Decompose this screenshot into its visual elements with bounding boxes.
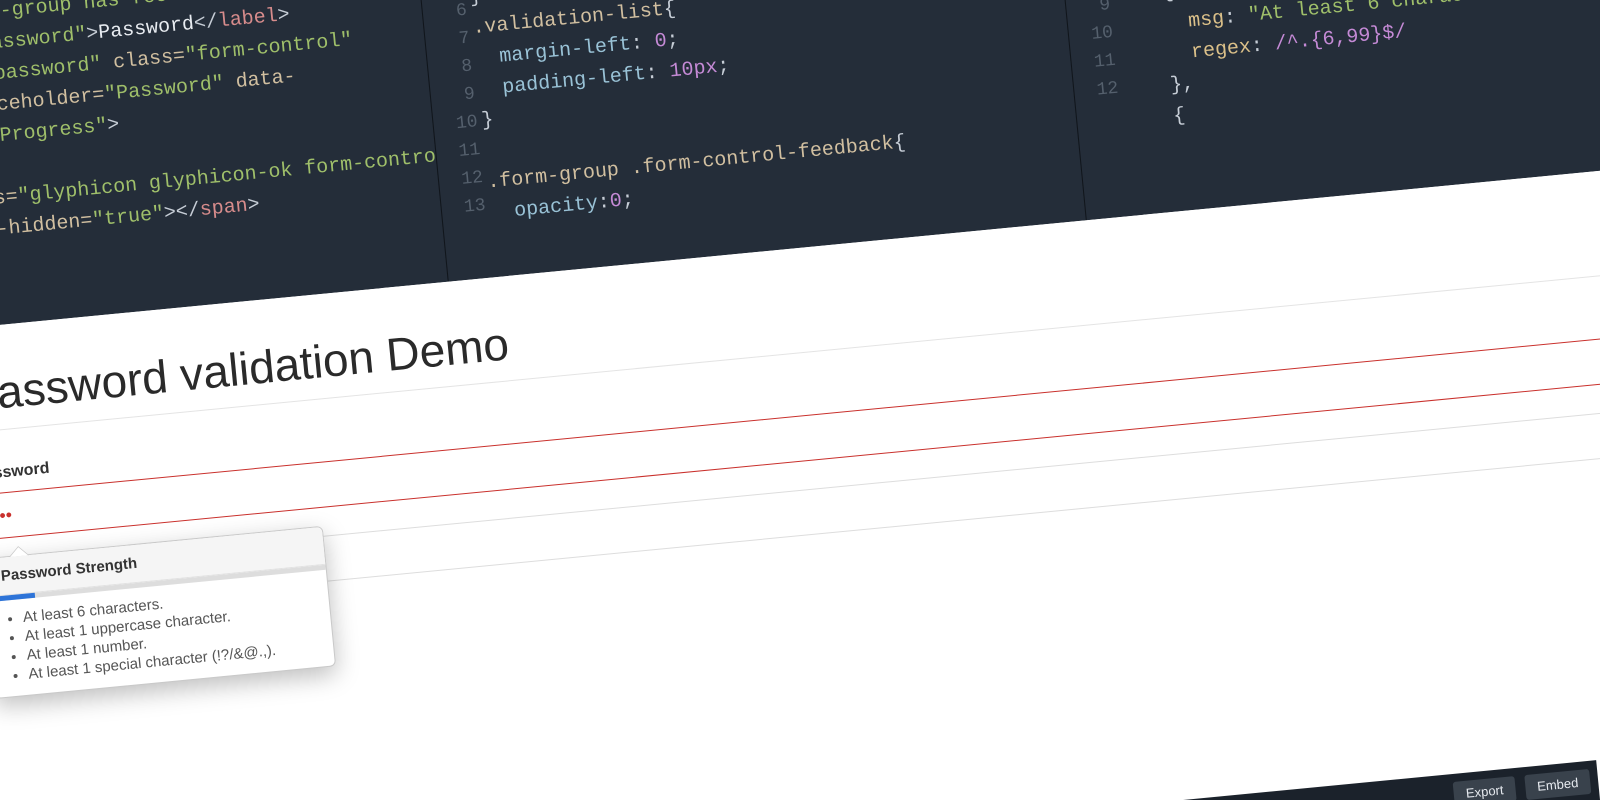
html-code[interactable]: ass="container">ass="page-header">Passwo… xyxy=(0,0,440,335)
export-button[interactable]: Export xyxy=(1453,776,1517,800)
strength-popover: Password Strength At least 6 characters.… xyxy=(0,526,336,699)
embed-button[interactable]: Embed xyxy=(1524,768,1591,799)
